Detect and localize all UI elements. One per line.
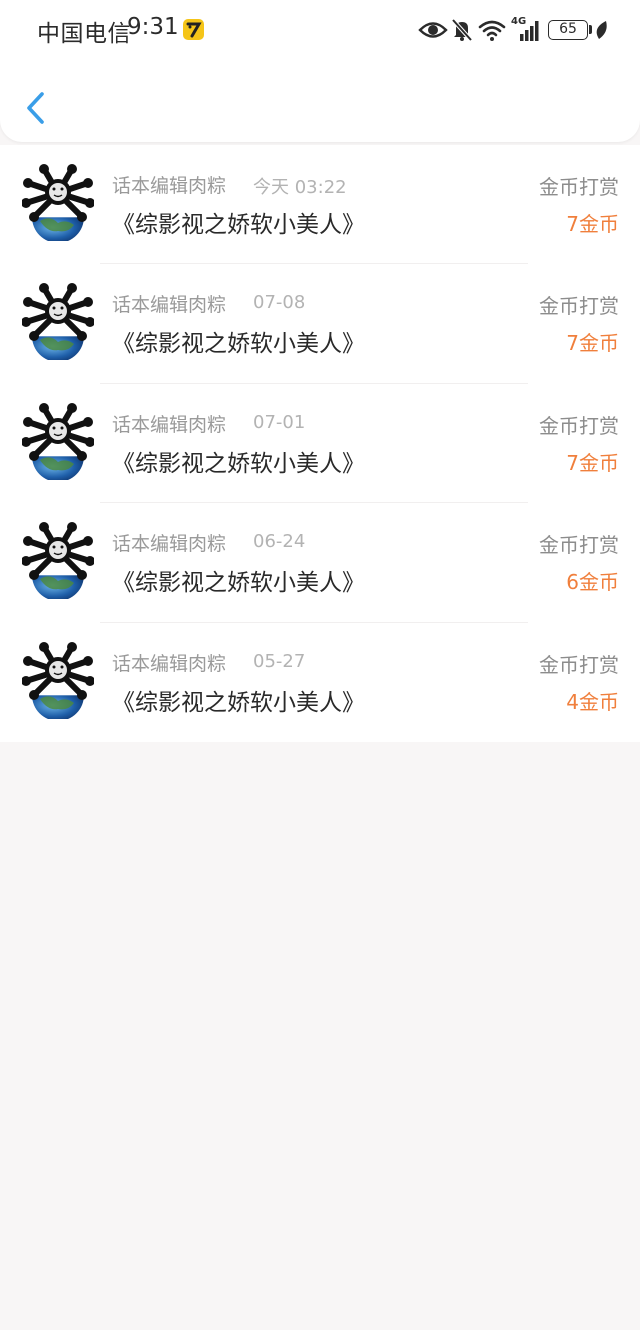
editor-avatar (22, 522, 94, 600)
bell-muted-icon (451, 18, 473, 42)
chevron-left-icon (27, 92, 44, 124)
reward-date: 07-01 (253, 411, 306, 433)
reward-row[interactable]: 话本编辑肉粽 07-08 《综影视之娇软小美人》 金币打赏 7金币 (0, 264, 640, 384)
editor-avatar (22, 402, 94, 480)
reward-date: 06-24 (253, 531, 306, 553)
editor-name: 话本编辑肉粽 (112, 533, 227, 556)
reward-type: 金币打赏 (539, 413, 619, 438)
signal-icon (520, 21, 539, 41)
reward-row[interactable]: 话本编辑肉粽 06-24 《综影视之娇软小美人》 金币打赏 6金币 (0, 503, 640, 623)
battery-nub (589, 25, 592, 34)
editor-name: 话本编辑肉粽 (112, 294, 227, 317)
reward-type: 金币打赏 (539, 175, 619, 199)
book-title: 《综影视之娇软小美人》 (112, 450, 365, 477)
app-notification-icon (183, 19, 204, 40)
eye-icon (418, 22, 448, 38)
wifi-icon (478, 20, 506, 41)
editor-name: 话本编辑肉粽 (112, 652, 227, 675)
editor-avatar (22, 641, 94, 719)
status-bar: 中国电信 9:31 4G 65 (0, 0, 640, 60)
reward-amount: 7金币 (566, 331, 619, 356)
battery-level: 65 (559, 21, 577, 37)
editor-name: 话本编辑肉粽 (112, 175, 227, 197)
reward-type: 金币打赏 (539, 533, 619, 558)
leaf-icon (596, 21, 607, 39)
editor-name: 话本编辑肉粽 (112, 413, 227, 436)
reward-date: 今天 03:22 (253, 177, 347, 198)
editor-avatar (22, 283, 94, 361)
reward-amount: 7金币 (566, 212, 619, 236)
reward-row[interactable]: 话本编辑肉粽 05-27 《综影视之娇软小美人》 金币打赏 4金币 (0, 623, 640, 742)
clock: 9:31 (127, 14, 179, 40)
battery-icon: 65 (548, 20, 588, 40)
book-title: 《综影视之娇软小美人》 (112, 689, 365, 716)
book-title: 《综影视之娇软小美人》 (112, 331, 365, 358)
book-title: 《综影视之娇软小美人》 (112, 212, 365, 238)
book-title: 《综影视之娇软小美人》 (112, 570, 365, 597)
editor-avatar (22, 164, 94, 241)
reward-amount: 4金币 (566, 689, 619, 714)
reward-type: 金币打赏 (539, 294, 619, 319)
reward-amount: 7金币 (566, 450, 619, 475)
reward-list: 话本编辑肉粽 今天 03:22 《综影视之娇软小美人》 金币打赏 7金币 话本编… (0, 145, 640, 742)
reward-date: 07-08 (253, 292, 306, 314)
carrier-label: 中国电信 (37, 21, 131, 47)
reward-date: 05-27 (253, 650, 306, 672)
reward-row[interactable]: 话本编辑肉粽 今天 03:22 《综影视之娇软小美人》 金币打赏 7金币 (0, 145, 640, 265)
reward-row[interactable]: 话本编辑肉粽 07-01 《综影视之娇软小美人》 金币打赏 7金币 (0, 384, 640, 504)
back-button[interactable] (18, 86, 54, 130)
reward-type: 金币打赏 (539, 652, 619, 677)
top-bar: 中国电信 9:31 4G 65 (0, 0, 640, 142)
reward-amount: 6金币 (566, 570, 619, 595)
